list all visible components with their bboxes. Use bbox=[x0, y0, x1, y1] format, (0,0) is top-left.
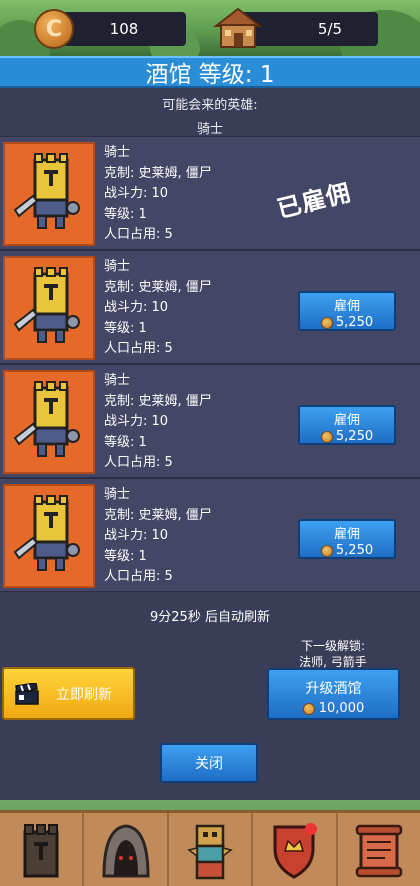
knight-portrait-icon bbox=[3, 484, 95, 588]
hire-price: 5,250 bbox=[335, 315, 374, 330]
hero-row: 骑士 克制: 史莱姆, 僵尸 战斗力: 10 等级: 1 人口占用: 5 雇佣 … bbox=[0, 478, 420, 592]
hero-row: 骑士 克制: 史莱姆, 僵尸 战斗力: 10 等级: 1 人口占用: 5 雇佣 … bbox=[0, 250, 420, 364]
nav-totem[interactable] bbox=[169, 813, 254, 886]
hero-level: 等级: 1 bbox=[104, 434, 147, 450]
hire-button[interactable]: 雇佣 5,250 bbox=[298, 405, 396, 445]
upgrade-tavern-button[interactable]: 升级酒馆 10,000 bbox=[267, 668, 400, 720]
hero-stats: 骑士 克制: 史莱姆, 僵尸 战斗力: 10 等级: 1 人口占用: 5 bbox=[104, 257, 212, 360]
hero-name: 骑士 bbox=[104, 259, 131, 274]
auto-refresh-timer: 9分25秒 后自动刷新 bbox=[150, 610, 270, 625]
hire-button[interactable]: 雇佣 5,250 bbox=[298, 519, 396, 559]
hero-name: 骑士 bbox=[104, 145, 131, 160]
upgrade-price: 10,000 bbox=[318, 701, 365, 716]
cave-icon bbox=[102, 823, 150, 877]
hero-stats: 骑士 克制: 史莱姆, 僵尸 战斗力: 10 等级: 1 人口占用: 5 bbox=[104, 143, 212, 246]
hero-row: 骑士 克制: 史莱姆, 僵尸 战斗力: 10 等级: 1 人口占用: 5 已雇佣 bbox=[0, 136, 420, 250]
shield-icon bbox=[273, 822, 318, 879]
page-title: 酒馆 等级: 1 bbox=[0, 56, 420, 88]
hire-button-label: 雇佣 bbox=[333, 299, 360, 314]
hero-population: 人口占用: 5 bbox=[104, 569, 173, 584]
hire-price: 5,250 bbox=[335, 429, 374, 444]
coin-letter: C bbox=[45, 16, 63, 42]
hero-population: 人口占用: 5 bbox=[104, 341, 173, 356]
hero-level: 等级: 1 bbox=[104, 548, 147, 564]
hero-name: 骑士 bbox=[104, 373, 131, 388]
coin-icon bbox=[320, 316, 333, 329]
resource-bar: 108 C 5/5 bbox=[0, 7, 420, 49]
refresh-now-label: 立即刷新 bbox=[56, 686, 112, 703]
hero-power: 战斗力: 10 bbox=[104, 528, 169, 543]
totem-icon bbox=[187, 824, 233, 879]
coin-icon bbox=[320, 430, 333, 443]
nav-cave[interactable] bbox=[84, 813, 169, 886]
hero-counter: 克制: 史莱姆, 僵尸 bbox=[104, 165, 212, 181]
refresh-now-button[interactable]: 立即刷新 bbox=[2, 667, 135, 720]
nav-shield[interactable] bbox=[253, 813, 338, 886]
close-button[interactable]: 关闭 bbox=[160, 743, 258, 783]
hire-price: 5,250 bbox=[335, 543, 374, 558]
nav-tower[interactable] bbox=[0, 813, 85, 886]
hero-stats: 骑士 克制: 史莱姆, 僵尸 战斗力: 10 等级: 1 人口占用: 5 bbox=[104, 485, 212, 588]
bottom-nav bbox=[0, 810, 420, 886]
hero-population: 人口占用: 5 bbox=[104, 455, 173, 470]
hero-row: 骑士 克制: 史莱姆, 僵尸 战斗力: 10 等级: 1 人口占用: 5 雇佣 … bbox=[0, 364, 420, 478]
hero-population: 人口占用: 5 bbox=[104, 227, 173, 242]
clapperboard-icon bbox=[15, 682, 39, 705]
nav-scroll[interactable] bbox=[338, 813, 420, 886]
population-value: 5/5 bbox=[317, 20, 343, 38]
possible-heroes-label: 可能会来的英雄: bbox=[162, 98, 258, 113]
hero-counter: 克制: 史莱姆, 僵尸 bbox=[104, 393, 212, 409]
hero-stats: 骑士 克制: 史莱姆, 僵尸 战斗力: 10 等级: 1 人口占用: 5 bbox=[104, 371, 212, 474]
gold-value: 108 bbox=[109, 20, 139, 38]
hire-button-label: 雇佣 bbox=[333, 413, 360, 428]
scroll-icon bbox=[355, 824, 403, 877]
hired-status: 已雇佣 bbox=[274, 178, 354, 224]
knight-portrait-icon bbox=[3, 370, 95, 474]
hero-counter: 克制: 史莱姆, 僵尸 bbox=[104, 279, 212, 295]
tower-icon bbox=[23, 823, 59, 877]
next-level-unlock: 下一级解锁: 法师, 弓箭手 bbox=[268, 638, 398, 670]
hero-power: 战斗力: 10 bbox=[104, 186, 169, 201]
hero-power: 战斗力: 10 bbox=[104, 414, 169, 429]
upgrade-tavern-label: 升级酒馆 bbox=[305, 681, 362, 697]
hire-button-label: 雇佣 bbox=[333, 527, 360, 542]
hero-level: 等级: 1 bbox=[104, 206, 147, 222]
hire-button[interactable]: 雇佣 5,250 bbox=[298, 291, 396, 331]
gold-display: 108 bbox=[62, 12, 186, 46]
next-unlock-label: 下一级解锁: bbox=[300, 639, 366, 653]
coin-icon bbox=[320, 544, 333, 557]
coin-icon bbox=[302, 702, 315, 715]
close-button-label: 关闭 bbox=[195, 756, 223, 772]
possible-heroes: 可能会来的英雄: 骑士 bbox=[0, 96, 420, 140]
hero-power: 战斗力: 10 bbox=[104, 300, 169, 315]
house-icon bbox=[213, 7, 263, 48]
hero-level: 等级: 1 bbox=[104, 320, 147, 336]
knight-portrait-icon bbox=[3, 142, 95, 246]
knight-portrait-icon bbox=[3, 256, 95, 360]
hero-counter: 克制: 史莱姆, 僵尸 bbox=[104, 507, 212, 523]
gold-coin-icon: C bbox=[34, 9, 74, 49]
hero-name: 骑士 bbox=[104, 487, 131, 502]
